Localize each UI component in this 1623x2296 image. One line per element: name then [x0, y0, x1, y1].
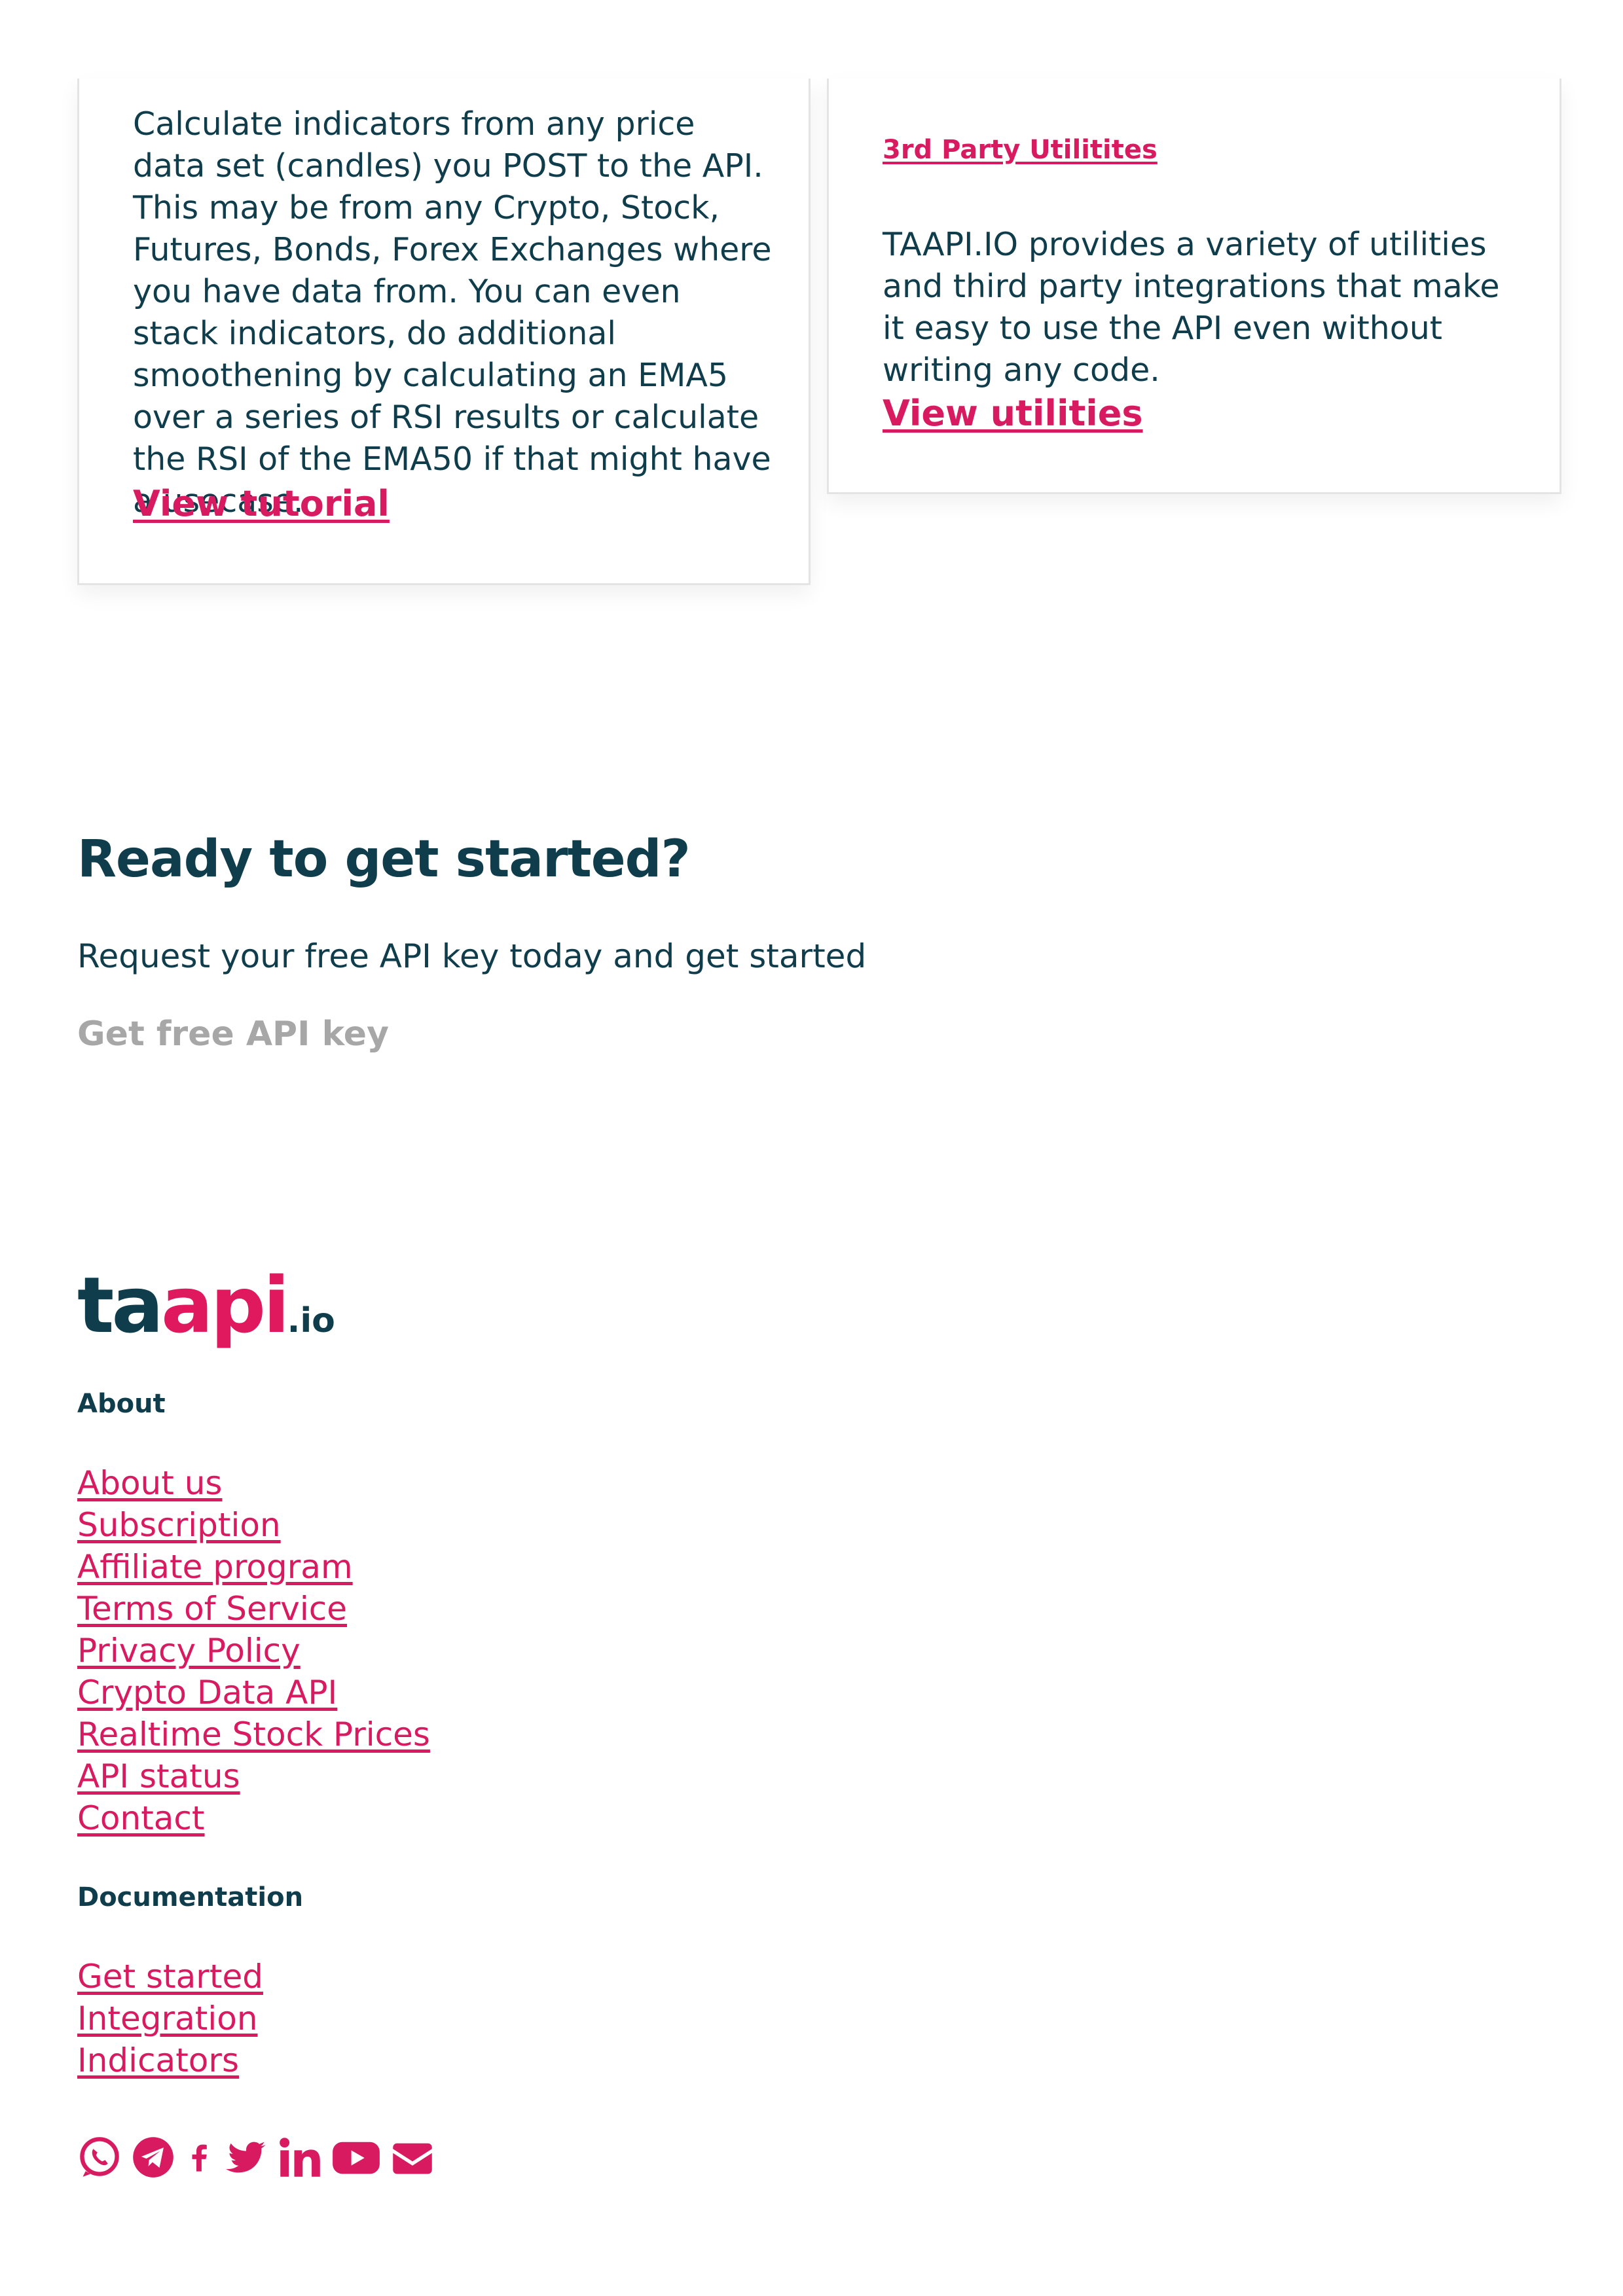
view-tutorial-link[interactable]: View tutorial: [133, 483, 390, 524]
footer-documentation-links: Get started Integration Indicators: [77, 1956, 263, 2081]
utilities-card: 3rd Party Utilitites TAAPI.IO provides a…: [827, 79, 1561, 494]
footer-about-links: About us Subscription Affiliate program …: [77, 1462, 430, 1839]
cta-title: Ready to get started?: [77, 830, 691, 889]
logo-part-api: api: [161, 1260, 290, 1350]
footer-link-get-started[interactable]: Get started: [77, 1958, 263, 1996]
footer-documentation-heading: Documentation: [77, 1882, 304, 1912]
social-links: [77, 2135, 435, 2179]
youtube-icon[interactable]: [331, 2135, 381, 2179]
footer-link-integration[interactable]: Integration: [77, 2000, 258, 2037]
footer-link-about-us[interactable]: About us: [77, 1464, 222, 1502]
facebook-icon[interactable]: [185, 2135, 215, 2179]
tutorial-card: Calculate indicators from any price data…: [77, 79, 811, 585]
view-utilities-link[interactable]: View utilities: [883, 393, 1143, 434]
utilities-card-heading[interactable]: 3rd Party Utilitites: [883, 135, 1158, 165]
utilities-card-text: TAAPI.IO provides a variety of utilities…: [883, 226, 1500, 389]
logo-part-ta: ta: [77, 1260, 164, 1350]
tutorial-card-text: Calculate indicators from any price data…: [133, 105, 772, 520]
footer-link-contact[interactable]: Contact: [77, 1799, 205, 1837]
footer-link-crypto-data-api[interactable]: Crypto Data API: [77, 1674, 337, 1712]
footer-link-indicators[interactable]: Indicators: [77, 2041, 239, 2079]
footer-link-affiliate-program[interactable]: Affiliate program: [77, 1548, 353, 1586]
whatsapp-icon[interactable]: [77, 2135, 122, 2179]
footer-link-subscription[interactable]: Subscription: [77, 1506, 281, 1544]
footer-link-api-status[interactable]: API status: [77, 1757, 240, 1795]
get-free-api-key-button[interactable]: Get free API key: [77, 1014, 389, 1054]
linkedin-icon[interactable]: [278, 2135, 322, 2179]
footer-link-realtime-stock-prices[interactable]: Realtime Stock Prices: [77, 1715, 430, 1753]
cta-subtitle: Request your free API key today and get …: [77, 937, 867, 975]
telegram-icon[interactable]: [131, 2135, 175, 2179]
footer-link-privacy-policy[interactable]: Privacy Policy: [77, 1632, 301, 1670]
twitter-icon[interactable]: [224, 2135, 268, 2179]
taapi-logo[interactable]: taapi.io: [77, 1260, 335, 1350]
footer-about-heading: About: [77, 1389, 166, 1419]
envelope-icon[interactable]: [390, 2135, 435, 2179]
logo-part-io: .io: [287, 1301, 335, 1340]
footer-link-terms-of-service[interactable]: Terms of Service: [77, 1590, 347, 1628]
